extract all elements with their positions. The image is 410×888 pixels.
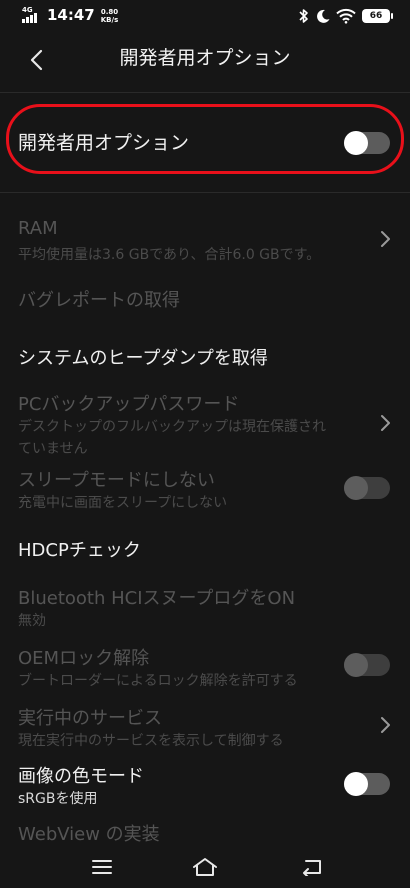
setting-bug-report[interactable]: バグレポートの取得 [0,276,410,320]
setting-bluetooth-hci-snoop[interactable]: Bluetooth HCIスヌープログをON 無効 [0,580,410,636]
screen: 4G 14:47 0.80 KB/s 66 開発者用オプション 開発者用オプショ… [0,0,410,888]
navigation-bar [0,846,410,888]
setting-title: 実行中のサービス [18,708,162,729]
signal-indicator: 4G [22,6,42,24]
net-speed-unit: KB/s [100,16,119,24]
master-divider [0,192,410,193]
setting-subtitle: sRGBを使用 [18,791,98,807]
setting-subtitle: 無効 [18,613,46,629]
chevron-right-icon [381,415,390,431]
setting-title: 画像の色モード [18,766,144,787]
setting-title: WebView の実装 [18,824,160,845]
wifi-icon [336,8,356,24]
moon-icon [317,9,330,23]
setting-ram[interactable]: RAM 平均使用量は3.6 GBであり、合計6.0 GBです。 [0,210,410,266]
chevron-right-icon [381,717,390,733]
chevron-right-icon [381,231,390,247]
setting-title: バグレポートの取得 [18,290,180,311]
master-toggle[interactable] [344,131,390,155]
setting-subtitle: ブートローダーによるロック解除を許可する [18,673,298,689]
stay-awake-toggle[interactable] [344,476,390,500]
toggle-knob [344,131,368,155]
home-icon [193,858,217,876]
setting-title: Bluetooth HCIスヌープログをON [18,588,296,609]
setting-title: スリープモードにしない [18,470,215,491]
setting-picture-color-mode[interactable]: 画像の色モード sRGBを使用 [0,758,410,814]
setting-pc-backup-password[interactable]: PCバックアップパスワード デスクトップのフルバックアップは現在保護され ていま… [0,384,410,460]
master-label: 開発者用オプション [18,132,190,154]
setting-subtitle-line1: デスクトップのフルバックアップは現在保護され [18,419,326,435]
toggle-knob [344,476,368,500]
header: 開発者用オプション [0,34,410,86]
page-title: 開発者用オプション [119,47,291,69]
back-button[interactable] [20,44,52,76]
setting-title: RAM [18,218,58,239]
setting-webview-implementation[interactable]: WebView の実装 [0,818,410,848]
toggle-knob [344,653,368,677]
setting-hdcp-check[interactable]: HDCPチェック [0,526,410,570]
battery-level: 66 [369,11,383,21]
back-arrow-icon [30,49,43,71]
developer-options-master-row[interactable]: 開発者用オプション [0,110,410,176]
back-nav-button[interactable] [290,850,334,884]
home-button[interactable] [183,850,227,884]
header-divider [0,92,410,93]
setting-title: システムのヒープダンプを取得 [18,348,268,369]
setting-subtitle: 充電中に画面をスリープにしない [18,495,228,511]
signal-icon [22,13,38,23]
setting-heap-dump[interactable]: システムのヒープダンプを取得 [0,334,410,378]
setting-subtitle: 現在実行中のサービスを表示して制御する [18,733,284,749]
setting-title: HDCPチェック [18,540,141,561]
oem-unlock-toggle[interactable] [344,653,390,677]
back-icon [303,860,321,876]
setting-title: OEMロック解除 [18,648,150,669]
setting-subtitle-line2: ていません [18,441,88,457]
setting-title: PCバックアップパスワード [18,394,240,415]
menu-button[interactable] [80,850,124,884]
setting-oem-unlock[interactable]: OEMロック解除 ブートローダーによるロック解除を許可する [0,640,410,696]
color-mode-toggle[interactable] [344,772,390,796]
status-bar: 4G 14:47 0.80 KB/s 66 [0,0,410,34]
toggle-knob [344,772,368,796]
clock: 14:47 [47,6,95,24]
net-speed: 0.80 KB/s [101,8,118,24]
status-left: 4G 14:47 0.80 KB/s [22,6,118,24]
status-right: 66 [298,8,393,24]
setting-subtitle: 平均使用量は3.6 GBであり、合計6.0 GBです。 [18,247,321,263]
bluetooth-icon [299,9,308,23]
battery-icon: 66 [362,9,393,23]
setting-running-services[interactable]: 実行中のサービス 現在実行中のサービスを表示して制御する [0,700,410,756]
net-speed-value: 0.80 [100,8,119,16]
setting-stay-awake[interactable]: スリープモードにしない 充電中に画面をスリープにしない [0,460,410,516]
menu-icon [92,860,112,874]
